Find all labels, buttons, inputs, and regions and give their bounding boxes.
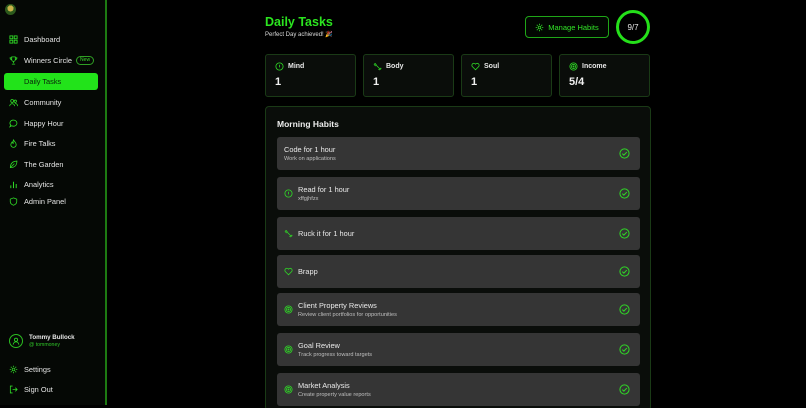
sidebar-item-the-garden[interactable]: The Garden — [4, 156, 98, 173]
target-icon — [284, 305, 293, 314]
sign-out-icon — [9, 385, 18, 394]
user-icon — [12, 337, 20, 345]
stat-value: 1 — [275, 76, 282, 88]
sidebar-item-label: Dashboard — [24, 35, 61, 44]
habit-title: Client Property Reviews — [298, 301, 377, 310]
sidebar-item-dashboard[interactable]: Dashboard — [4, 31, 98, 48]
check-circle-icon[interactable] — [619, 228, 630, 239]
user-handle: @ tommoney — [29, 342, 60, 348]
habit-subtitle: Work on applications — [284, 156, 336, 162]
trophy-icon — [9, 56, 18, 65]
users-icon — [9, 99, 18, 107]
check-circle-icon[interactable] — [619, 344, 630, 355]
dumbbell-icon — [284, 229, 293, 238]
avatar[interactable] — [9, 334, 23, 348]
check-circle-icon[interactable] — [619, 266, 630, 277]
gear-icon — [9, 365, 18, 374]
check-circle-icon[interactable] — [619, 304, 630, 315]
user-profile[interactable]: Tommy Bullock @ tommoney — [9, 334, 75, 348]
habit-item[interactable]: Client Property Reviews Review client po… — [277, 293, 640, 326]
target-icon — [284, 345, 293, 354]
page-title: Daily Tasks — [265, 15, 333, 29]
sidebar-item-admin-panel[interactable]: Admin Panel — [4, 193, 98, 210]
manage-habits-button[interactable]: Manage Habits — [525, 16, 609, 38]
stat-card-mind: Mind 1 — [265, 54, 356, 97]
sidebar-item-label: Community — [24, 98, 62, 107]
sidebar-item-label: Admin Panel — [24, 197, 66, 206]
sidebar-item-winners-circle[interactable]: Winners Circle New — [4, 52, 98, 69]
habit-counter: 9/7 — [616, 10, 650, 44]
sidebar-item-label: Analytics — [24, 180, 54, 189]
check-circle-icon[interactable] — [619, 188, 630, 199]
shield-icon — [9, 197, 18, 206]
sidebar-item-analytics[interactable]: Analytics — [4, 176, 98, 193]
stat-label: Mind — [288, 63, 305, 70]
sidebar-item-label: Daily Tasks — [24, 77, 62, 86]
sidebar-item-label: Fire Talks — [24, 139, 56, 148]
stat-card-income: Income 5/4 — [559, 54, 650, 97]
target-icon — [284, 385, 293, 394]
habit-item[interactable]: Brapp — [277, 255, 640, 288]
sidebar-item-daily-tasks[interactable]: Daily Tasks — [4, 73, 98, 90]
circle-info-icon — [284, 189, 293, 198]
sidebar-item-label: Winners Circle — [24, 56, 73, 65]
sidebar: Dashboard Winners Circle New Daily Tasks… — [0, 0, 107, 405]
morning-habits-panel: Morning Habits Code for 1 hour Work on a… — [265, 106, 651, 408]
page-subtitle: Perfect Day achieved! 🎉 — [265, 32, 333, 38]
stat-value: 1 — [471, 76, 478, 88]
chat-bubble-icon — [9, 119, 18, 128]
habit-item[interactable]: Market Analysis Create property value re… — [277, 373, 640, 406]
stat-card-soul: Soul 1 — [461, 54, 552, 97]
habit-title: Code for 1 hour — [284, 145, 336, 154]
habit-title: Read for 1 hour — [298, 185, 350, 194]
habit-subtitle: xffgjhfzx — [298, 196, 319, 202]
user-name: Tommy Bullock — [29, 334, 75, 341]
habit-title: Market Analysis — [298, 381, 350, 390]
habit-title: Brapp — [298, 267, 318, 276]
target-icon — [569, 62, 578, 71]
habit-item[interactable]: Ruck it for 1 hour — [277, 217, 640, 250]
dashboard-icon — [9, 35, 18, 44]
heart-icon — [471, 62, 480, 71]
app-logo[interactable] — [5, 4, 16, 15]
habit-item[interactable]: Code for 1 hour Work on applications — [277, 137, 640, 170]
gear-icon — [535, 23, 544, 31]
dumbbell-icon — [373, 62, 382, 71]
settings-label: Settings — [24, 365, 51, 374]
settings-link[interactable]: Settings — [4, 361, 98, 378]
stat-value: 1 — [373, 76, 380, 88]
habit-title: Ruck it for 1 hour — [298, 229, 355, 238]
sign-out-link[interactable]: Sign Out — [4, 381, 98, 398]
sign-out-label: Sign Out — [24, 385, 53, 394]
habit-item[interactable]: Goal Review Track progress toward target… — [277, 333, 640, 366]
circle-info-icon — [275, 62, 284, 71]
manage-habits-label: Manage Habits — [548, 22, 599, 32]
stat-label: Body — [386, 63, 404, 70]
sidebar-item-label: The Garden — [24, 160, 64, 169]
sidebar-item-community[interactable]: Community — [4, 94, 98, 111]
leaf-icon — [9, 160, 18, 169]
stat-value: 5/4 — [569, 76, 585, 88]
flame-icon — [10, 139, 17, 148]
bar-chart-icon — [10, 181, 17, 189]
habit-subtitle: Review client portfolios for opportuniti… — [298, 312, 397, 318]
new-badge: New — [76, 56, 95, 65]
sidebar-item-happy-hour[interactable]: Happy Hour — [4, 115, 98, 132]
habit-item[interactable]: Read for 1 hour xffgjhfzx — [277, 177, 640, 210]
heart-icon — [284, 267, 293, 276]
stat-label: Income — [582, 63, 607, 70]
stat-label: Soul — [484, 63, 500, 70]
check-circle-icon[interactable] — [619, 148, 630, 159]
section-title: Morning Habits — [277, 119, 339, 129]
habit-subtitle: Track progress toward targets — [298, 352, 373, 358]
sidebar-item-fire-talks[interactable]: Fire Talks — [4, 135, 98, 152]
check-circle-icon[interactable] — [619, 384, 630, 395]
habit-subtitle: Create property value reports — [298, 392, 371, 398]
stat-card-body: Body 1 — [363, 54, 454, 97]
habit-title: Goal Review — [298, 341, 340, 350]
sidebar-item-label: Happy Hour — [24, 119, 64, 128]
